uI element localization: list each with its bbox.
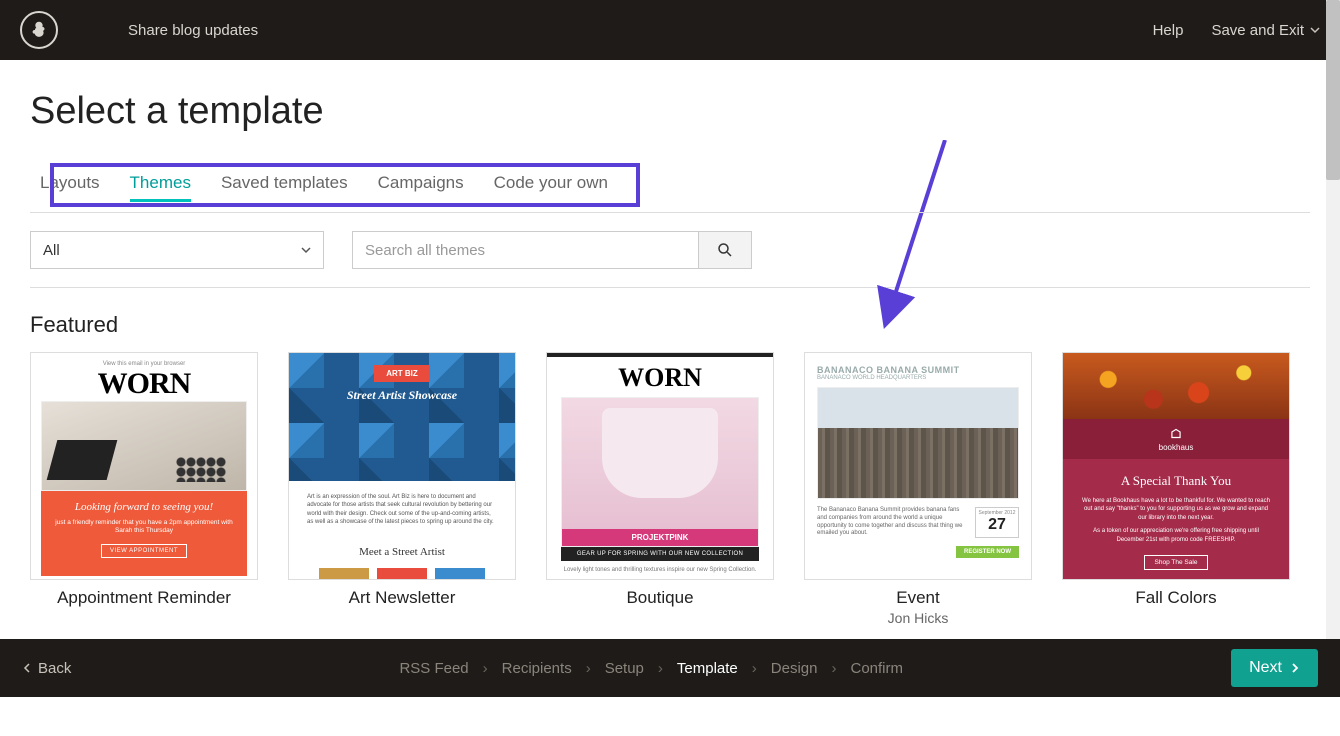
template-name: Fall Colors	[1062, 588, 1290, 608]
search-input[interactable]	[352, 231, 698, 269]
chevron-right-icon: ›	[752, 660, 757, 677]
top-header: Share blog updates Help Save and Exit	[0, 0, 1340, 60]
template-author: Jon Hicks	[804, 610, 1032, 626]
template-thumbnail: BANANACO BANANA SUMMIT BANANACO WORLD HE…	[804, 352, 1032, 580]
chevron-right-icon: ›	[483, 660, 488, 677]
back-label: Back	[38, 660, 71, 677]
template-name: Boutique	[546, 588, 774, 608]
search-button[interactable]	[698, 231, 752, 269]
save-exit-label: Save and Exit	[1211, 22, 1304, 39]
chevron-down-icon	[1310, 25, 1320, 35]
help-link[interactable]: Help	[1153, 22, 1184, 39]
chevron-left-icon	[22, 663, 32, 673]
back-button[interactable]: Back	[22, 660, 71, 677]
step-design[interactable]: Design	[771, 660, 818, 677]
search-bar	[352, 231, 752, 269]
dropdown-value: All	[43, 242, 60, 259]
step-recipients[interactable]: Recipients	[502, 660, 572, 677]
wizard-steps: RSS Feed › Recipients › Setup › Template…	[399, 660, 903, 677]
template-thumbnail: ART BIZ Street Artist Showcase Art is an…	[288, 352, 516, 580]
step-template[interactable]: Template	[677, 660, 738, 677]
chevron-right-icon: ›	[586, 660, 591, 677]
footer-bar: Back RSS Feed › Recipients › Setup › Tem…	[0, 639, 1340, 697]
tabs-container: Layouts Themes Saved templates Campaigns…	[30, 173, 1310, 213]
template-thumbnail: View this email in your browser WORN Loo…	[30, 352, 258, 580]
save-and-exit-button[interactable]: Save and Exit	[1211, 22, 1320, 39]
step-confirm[interactable]: Confirm	[850, 660, 903, 677]
filter-row: All	[30, 213, 1310, 288]
mailchimp-logo[interactable]	[20, 11, 58, 49]
page-title: Select a template	[30, 90, 1310, 133]
chevron-right-icon: ›	[831, 660, 836, 677]
template-thumbnail: WORN PROJEKTPINK GEAR UP FOR SPRING WITH…	[546, 352, 774, 580]
next-button[interactable]: Next	[1231, 649, 1318, 687]
category-dropdown[interactable]: All	[30, 231, 324, 269]
campaign-name[interactable]: Share blog updates	[128, 22, 258, 39]
step-setup[interactable]: Setup	[605, 660, 644, 677]
template-thumbnail: bookhaus A Special Thank You We here at …	[1062, 352, 1290, 580]
template-card-boutique[interactable]: WORN PROJEKTPINK GEAR UP FOR SPRING WITH…	[546, 352, 774, 626]
template-grid: View this email in your browser WORN Loo…	[30, 352, 1310, 626]
template-card-art-newsletter[interactable]: ART BIZ Street Artist Showcase Art is an…	[288, 352, 516, 626]
template-name: Appointment Reminder	[30, 588, 258, 608]
tab-code-your-own[interactable]: Code your own	[494, 173, 608, 202]
template-name: Event	[804, 588, 1032, 608]
template-card-event[interactable]: BANANACO BANANA SUMMIT BANANACO WORLD HE…	[804, 352, 1032, 626]
next-label: Next	[1249, 659, 1282, 677]
main-content: Select a template Layouts Themes Saved t…	[0, 60, 1340, 736]
step-rss-feed[interactable]: RSS Feed	[399, 660, 468, 677]
search-icon	[716, 241, 734, 259]
chevron-right-icon: ›	[658, 660, 663, 677]
tab-campaigns[interactable]: Campaigns	[378, 173, 464, 202]
tab-layouts[interactable]: Layouts	[40, 173, 100, 202]
template-card-appointment-reminder[interactable]: View this email in your browser WORN Loo…	[30, 352, 258, 626]
tab-themes[interactable]: Themes	[130, 173, 191, 202]
tab-saved-templates[interactable]: Saved templates	[221, 173, 348, 202]
chevron-down-icon	[301, 245, 311, 255]
chevron-right-icon	[1290, 663, 1300, 673]
template-card-fall-colors[interactable]: bookhaus A Special Thank You We here at …	[1062, 352, 1290, 626]
template-name: Art Newsletter	[288, 588, 516, 608]
section-title-featured: Featured	[30, 312, 1310, 338]
